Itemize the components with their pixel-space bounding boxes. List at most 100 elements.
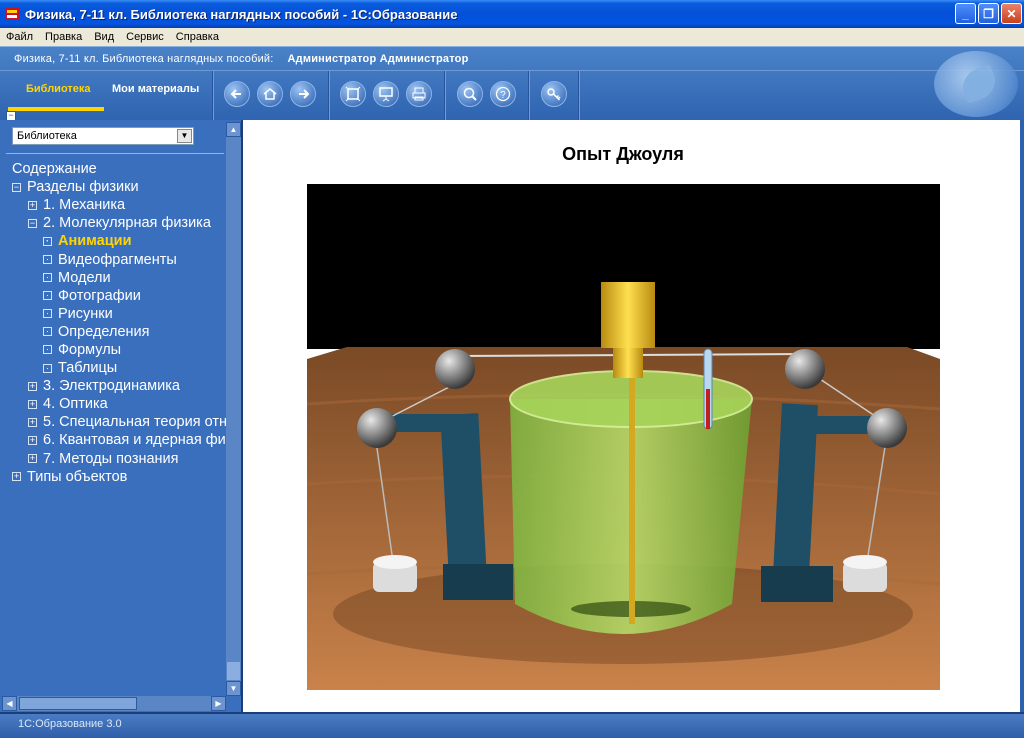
forward-button[interactable] [290,81,316,107]
expand-icon[interactable]: + [28,417,37,427]
restore-icon: ❐ [983,6,994,21]
main-content: Опыт Джоуля [243,120,1024,712]
content-edge-scrollbar[interactable] [1020,120,1024,712]
expand-icon[interactable]: + [28,200,37,210]
tree-item-label: 3. Электродинамика [43,378,180,395]
tree-item[interactable]: · Видеофрагменты [0,250,226,268]
tree-item[interactable]: · Рисунки [0,305,226,323]
tree-item[interactable]: · Модели [0,269,226,287]
status-bar: 1С:Образование 3.0 [0,712,1024,738]
tree-item[interactable]: · Анимации [0,232,226,250]
leaf-icon[interactable]: · [43,255,52,265]
search-button[interactable] [457,81,483,107]
print-button[interactable] [406,81,432,107]
leaf-icon[interactable]: · [43,273,52,283]
tree-item[interactable]: +3. Электродинамика [0,377,226,395]
tree-item[interactable]: − Разделы физики [0,178,226,196]
tree-item[interactable]: +7. Методы познания [0,450,226,468]
tree-item-label: Формулы [58,341,122,358]
tree-item-label: 1. Механика [43,197,126,214]
svg-text:?: ? [500,90,506,101]
tree-item[interactable]: + Типы объектов [0,468,226,486]
sidebar-horizontal-scrollbar[interactable]: ◀ ▶ [2,696,226,711]
expand-icon[interactable]: + [28,454,37,464]
tree-item-label: Анимации [58,233,132,250]
minimize-icon: _ [962,6,969,21]
presentation-button[interactable] [373,81,399,107]
horizontal-scroll-thumb[interactable] [19,697,137,710]
tree-item-label: 5. Специальная теория относительности [43,414,226,431]
chevron-down-icon[interactable]: ▼ [177,129,192,143]
tree-item-label: 2. Молекулярная физика [43,215,211,232]
tree-item-label: Разделы физики [27,179,139,196]
leaf-icon[interactable]: · [43,345,52,355]
tree-item-label: Видеофрагменты [58,251,177,268]
expand-icon[interactable]: + [28,399,37,409]
menu-service[interactable]: Сервис [120,31,170,43]
expand-icon[interactable]: + [12,472,21,482]
scroll-right-icon[interactable]: ▶ [211,696,226,711]
menu-view[interactable]: Вид [88,31,120,43]
menu-file[interactable]: Файл [0,31,39,43]
back-button[interactable] [224,81,250,107]
animation-frame[interactable] [307,184,940,690]
presentation-icon [379,87,393,102]
library-select[interactable]: Библиотека ▼ [12,127,194,145]
scroll-left-icon[interactable]: ◀ [2,696,17,711]
sidebar-vertical-scrollbar[interactable]: ▲ ▼ [226,122,241,696]
tree-item[interactable]: −2. Молекулярная физика [0,214,226,232]
leaf-icon[interactable]: · [43,363,52,373]
tab-my-materials[interactable]: Мои материалы [112,83,199,95]
tree-item-label: 4. Оптика [43,396,108,413]
scroll-down-icon[interactable]: ▼ [226,681,241,696]
tree-item[interactable]: +5. Специальная теория относительности [0,413,226,431]
toolbar-separator [444,71,446,121]
expand-icon[interactable]: + [28,435,37,445]
menu-help[interactable]: Справка [170,31,225,43]
page-title: Опыт Джоуля [562,144,684,164]
tree-item[interactable]: · Фотографии [0,287,226,305]
restore-button[interactable]: ❐ [978,3,999,24]
help-button[interactable]: ? [490,81,516,107]
tree-item[interactable]: · Определения [0,323,226,341]
search-icon [463,87,477,101]
window-titlebar[interactable]: Физика, 7-11 кл. Библиотека наглядных по… [0,0,1024,28]
tree-item-label: Содержание [12,161,97,178]
tree-item-label: Определения [58,323,150,340]
status-text: 1С:Образование 3.0 [18,718,122,730]
tree-item[interactable]: +1. Механика [0,196,226,214]
product-name: Физика, 7-11 кл. Библиотека наглядных по… [14,52,274,65]
tree-item[interactable]: +6. Квантовая и ядерная физика [0,431,226,449]
collapse-icon[interactable]: − [28,218,37,228]
close-icon: ✕ [1006,6,1017,21]
tree-item-label: Таблицы [58,360,118,377]
help-icon: ? [495,86,511,102]
minimize-button[interactable]: _ [955,3,976,24]
fullscreen-button[interactable] [340,81,366,107]
back-icon [230,89,241,99]
tree-item-label: Фотографии [58,287,141,304]
tree-item[interactable]: · Таблицы [0,359,226,377]
vertical-scroll-thumb[interactable] [227,662,240,680]
navigation-tree: Содержание − Разделы физики +1. Механика −2.… [0,160,226,486]
sidebar: Библиотека ▼ Содержание − Разделы физики +1… [0,120,243,712]
toolbar-separator [578,71,580,121]
key-button[interactable] [541,81,567,107]
tree-item[interactable]: Содержание [0,160,226,178]
expand-icon[interactable]: + [28,381,37,391]
scroll-up-icon[interactable]: ▲ [226,122,241,137]
home-button[interactable] [257,81,283,107]
leaf-icon[interactable]: · [43,309,52,319]
joule-experiment-illustration [307,184,940,690]
app-icon [5,8,19,20]
leaf-icon[interactable]: · [43,291,52,301]
menu-edit[interactable]: Правка [39,31,88,43]
collapse-icon[interactable]: − [12,182,21,192]
leaf-icon[interactable]: · [43,327,52,337]
tree-item[interactable]: +4. Оптика [0,395,226,413]
leaf-icon[interactable]: · [43,236,52,246]
close-button[interactable]: ✕ [1001,3,1022,24]
tree-item[interactable]: · Формулы [0,341,226,359]
tab-library[interactable]: Библиотека [26,83,91,95]
toolbar: Библиотека Мои материалы − ? [0,71,1024,121]
